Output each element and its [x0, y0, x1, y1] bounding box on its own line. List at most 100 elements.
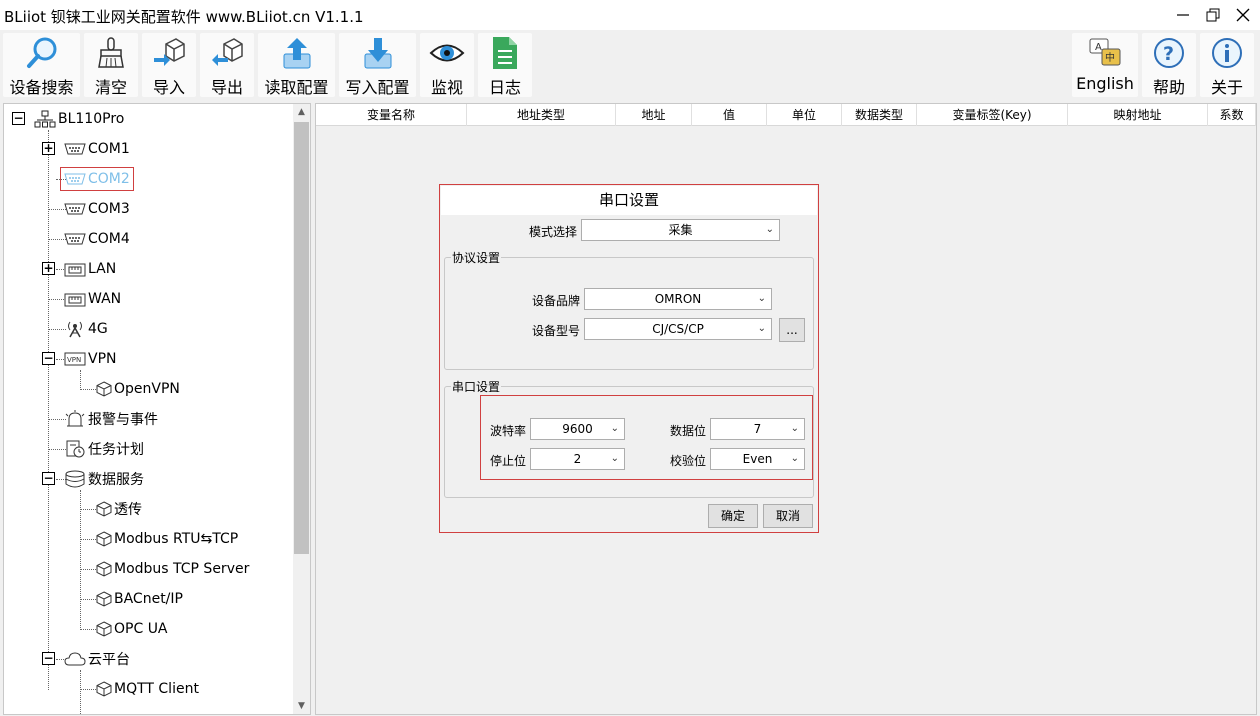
tree-item-alarm[interactable]: 报警与事件 [64, 407, 158, 431]
expand-icon[interactable]: + [42, 262, 55, 275]
write-config-button[interactable]: 写入配置 [339, 33, 416, 97]
toolbar: 设备搜索 清空 导入 导出 读取配置 写入配置 监视 日志 A中 English… [0, 30, 1260, 100]
task-clock-icon [66, 440, 85, 458]
table-header: 变量名称 地址类型 地址 值 单位 数据类型 变量标签(Key) 映射地址 系数 [316, 104, 1256, 126]
model-select[interactable]: CJ/CS/CP ⌄ [584, 318, 772, 340]
cube-icon [96, 681, 112, 697]
import-box-icon [154, 38, 185, 66]
upload-icon [283, 38, 310, 69]
cube-icon [96, 591, 112, 607]
column-header[interactable]: 值 [692, 104, 767, 126]
help-button[interactable]: ? 帮助 [1142, 33, 1196, 97]
parity-label: 校验位 [670, 454, 707, 468]
cube-icon [96, 531, 112, 547]
tree-item-transparent[interactable]: 透传 [96, 497, 142, 521]
scroll-thumb[interactable] [294, 122, 309, 554]
serial-port-icon [64, 203, 86, 215]
tree-item-com3[interactable]: COM3 [64, 197, 130, 221]
tree-item-lan[interactable]: LAN [64, 257, 116, 281]
protocol-group: 协议设置 [444, 249, 814, 370]
column-header[interactable]: 系数 [1208, 104, 1256, 126]
tree-item-openvpn[interactable]: OpenVPN [96, 377, 180, 401]
column-header[interactable]: 地址 [616, 104, 692, 126]
brand-select[interactable]: OMRON ⌄ [584, 288, 772, 310]
model-label: 设备型号 [532, 324, 581, 338]
close-button[interactable] [1226, 0, 1260, 30]
model-more-button[interactable]: ... [779, 318, 805, 342]
tree-item-com4[interactable]: COM4 [64, 227, 130, 251]
parity-select[interactable]: Even ⌄ [710, 448, 805, 470]
minimize-button[interactable] [1166, 0, 1200, 30]
info-icon [1212, 38, 1242, 68]
tree-item-4g[interactable]: 4G [64, 317, 108, 341]
serial-port-icon [64, 173, 86, 185]
device-search-button[interactable]: 设备搜索 [3, 33, 80, 97]
cancel-button[interactable]: 取消 [763, 504, 813, 528]
eye-icon [429, 44, 465, 62]
tree-item-data-service[interactable]: 数据服务 [64, 467, 144, 491]
tree-item-bacnet[interactable]: BACnet/IP [96, 587, 183, 611]
title-bar: BLiiot 钡铼工业网关配置软件 www.BLiiot.cn V1.1.1 [0, 0, 1260, 30]
collapse-icon[interactable]: − [12, 112, 25, 125]
minimize-icon [1177, 14, 1189, 16]
restore-button[interactable] [1196, 0, 1230, 30]
column-header[interactable]: 单位 [767, 104, 842, 126]
tree-item-com2[interactable]: COM2 [60, 167, 134, 191]
databits-select[interactable]: 7 ⌄ [710, 418, 805, 440]
column-header[interactable]: 数据类型 [842, 104, 917, 126]
tree-item-mqtt-client[interactable]: MQTT Client [96, 677, 199, 701]
stopbits-select[interactable]: 2 ⌄ [530, 448, 625, 470]
column-header[interactable]: 变量标签(Key) [917, 104, 1068, 126]
tree-item-wan[interactable]: WAN [64, 287, 121, 311]
chevron-down-icon: ⌄ [790, 423, 799, 434]
column-header[interactable]: 地址类型 [467, 104, 616, 126]
cube-icon [96, 621, 112, 637]
export-button[interactable]: 导出 [200, 33, 254, 97]
english-button[interactable]: A中 English [1072, 33, 1138, 97]
expand-icon[interactable]: + [42, 142, 55, 155]
tree-item-modbus-tcp-server[interactable]: Modbus TCP Server [96, 557, 249, 581]
tree-item-root[interactable]: BL110Pro [34, 107, 124, 131]
clear-button[interactable]: 清空 [84, 33, 138, 97]
baud-select[interactable]: 9600 ⌄ [530, 418, 625, 440]
antenna-icon [68, 321, 82, 338]
ok-button[interactable]: 确定 [708, 504, 758, 528]
dialog-title: 串口设置 [441, 186, 817, 215]
cloud-icon [64, 652, 86, 666]
about-button[interactable]: 关于 [1200, 33, 1254, 97]
svg-text:VPN: VPN [67, 356, 81, 364]
translate-icon: A中 [1089, 38, 1121, 66]
collapse-icon[interactable]: − [42, 472, 55, 485]
chevron-down-icon: ⌄ [765, 224, 774, 235]
mode-select[interactable]: 采集 ⌄ [581, 219, 780, 241]
vpn-icon: VPN [64, 352, 86, 366]
import-button[interactable]: 导入 [142, 33, 196, 97]
column-header[interactable]: 映射地址 [1068, 104, 1208, 126]
scroll-down-icon[interactable]: ▼ [293, 698, 310, 714]
tree-item-opcua[interactable]: OPC UA [96, 617, 168, 641]
serial-settings-dialog: 串口设置 模式选择 采集 ⌄ 协议设置 设备品牌 OMRON ⌄ 设备型号 CJ… [439, 184, 819, 533]
stopbits-label: 停止位 [490, 454, 527, 468]
broom-icon [98, 37, 124, 68]
tree-scrollbar[interactable]: ▲ ▼ [293, 104, 310, 714]
question-icon: ? [1154, 38, 1184, 68]
cube-icon [96, 561, 112, 577]
monitor-button[interactable]: 监视 [420, 33, 474, 97]
collapse-icon[interactable]: − [42, 352, 55, 365]
serial-port-icon [64, 233, 86, 245]
tree-item-task[interactable]: 任务计划 [64, 437, 144, 461]
collapse-icon[interactable]: − [42, 652, 55, 665]
chevron-down-icon: ⌄ [757, 323, 766, 334]
tree-item-com1[interactable]: COM1 [64, 137, 130, 161]
svg-text:中: 中 [1105, 51, 1115, 64]
chevron-down-icon: ⌄ [757, 293, 766, 304]
column-header[interactable]: 变量名称 [316, 104, 467, 126]
tree-item-modbus-rtu-tcp[interactable]: Modbus RTU⇆TCP [96, 527, 238, 551]
read-config-button[interactable]: 读取配置 [258, 33, 335, 97]
tree-item-cloud[interactable]: 云平台 [64, 647, 130, 671]
magnifier-icon [26, 37, 56, 68]
close-icon [1236, 8, 1250, 22]
tree-item-vpn[interactable]: VPN VPN [64, 347, 117, 371]
log-button[interactable]: 日志 [478, 33, 532, 97]
scroll-up-icon[interactable]: ▲ [293, 104, 310, 120]
